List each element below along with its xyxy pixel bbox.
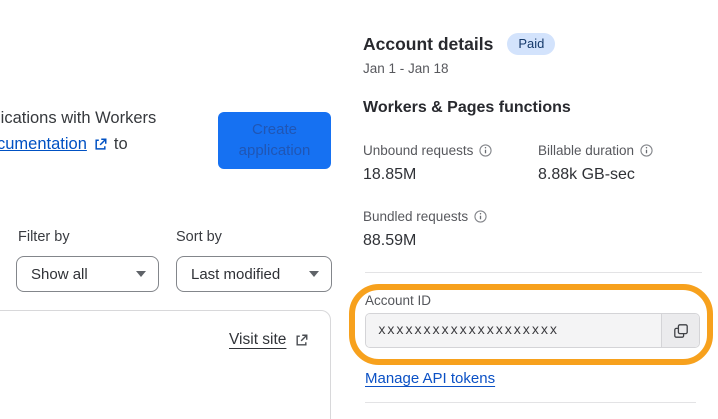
chevron-down-icon [136, 271, 146, 277]
billable-duration-label: Billable duration [538, 143, 653, 158]
paid-plan-badge: Paid [507, 33, 556, 55]
create-application-button[interactable]: Create application [218, 112, 331, 169]
visit-site-row: Visit site [229, 331, 309, 349]
sort-by-label: Sort by [176, 229, 222, 245]
date-range: Jan 1 - Jan 18 [363, 61, 449, 76]
filter-select-value: Show all [31, 265, 88, 283]
intro-text-line1: lications with Workers [0, 109, 157, 127]
sort-select-value: Last modified [191, 265, 281, 283]
intro-text-tail: to [113, 135, 128, 153]
documentation-link[interactable]: cumentation [0, 135, 87, 154]
sort-select[interactable]: Last modified [176, 256, 332, 292]
visit-site-link[interactable]: Visit site [229, 331, 286, 349]
unbound-requests-value: 18.85M [363, 166, 417, 183]
divider [365, 402, 696, 403]
account-id-input[interactable] [366, 314, 661, 347]
bundled-requests-value: 88.59M [363, 232, 417, 249]
copy-icon [673, 323, 688, 338]
bundled-requests-label: Bundled requests [363, 209, 487, 224]
workers-pages-dashboard: lications with Workers cumentation to Cr… [0, 0, 718, 419]
account-id-label: Account ID [365, 293, 432, 308]
account-details-header: Account details Paid [363, 33, 556, 55]
filter-select[interactable]: Show all [16, 256, 159, 292]
account-id-field-group [365, 313, 700, 348]
info-icon[interactable] [640, 144, 653, 157]
intro-text-line2: cumentation to [0, 135, 128, 154]
filter-by-label: Filter by [18, 229, 70, 245]
functions-section-title: Workers & Pages functions [363, 99, 571, 116]
billable-duration-value: 8.88k GB-sec [538, 166, 635, 183]
external-link-icon [294, 333, 309, 348]
info-icon[interactable] [474, 210, 487, 223]
project-card [0, 310, 331, 419]
unbound-requests-label: Unbound requests [363, 143, 492, 158]
account-details-title: Account details [363, 33, 494, 54]
manage-api-tokens-link[interactable]: Manage API tokens [365, 370, 495, 387]
divider [365, 272, 702, 273]
info-icon[interactable] [479, 144, 492, 157]
chevron-down-icon [309, 271, 319, 277]
copy-account-id-button[interactable] [661, 314, 699, 347]
external-link-icon [93, 137, 108, 152]
